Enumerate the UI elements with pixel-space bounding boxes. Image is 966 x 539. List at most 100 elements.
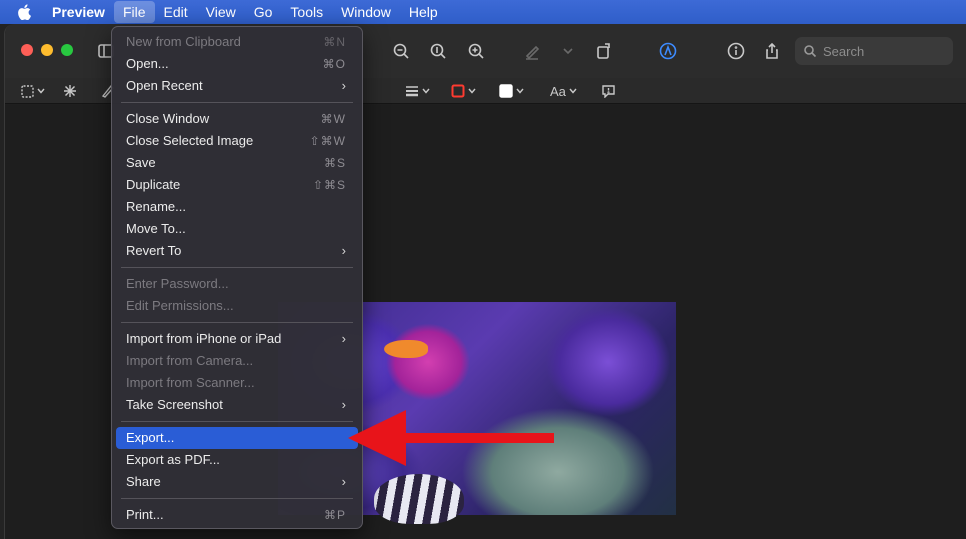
menu-separator [121,267,353,268]
chevron-down-icon [37,88,45,94]
menu-item-label: Rename... [126,199,186,214]
chevron-down-icon [422,88,430,94]
rotate-icon[interactable] [593,40,615,62]
menu-item-label: Share [126,474,161,489]
menu-item-label: Print... [126,507,164,522]
shape-style-button[interactable] [405,82,430,100]
menu-item-label: Import from Scanner... [126,375,255,390]
menu-item-close-selected-image[interactable]: Close Selected Image ⇧⌘W [116,130,358,152]
menu-item-revert-to[interactable]: Revert To › [116,240,358,262]
close-window-button[interactable] [21,44,33,56]
markup-toggle-icon[interactable] [657,40,679,62]
menu-item-label: Move To... [126,221,186,236]
selection-tool-button[interactable] [21,82,45,100]
info-icon[interactable] [725,40,747,62]
menu-item-new-from-clipboard: New from Clipboard ⌘N [116,31,358,53]
menu-item-label: Revert To [126,243,182,258]
menu-separator [121,322,353,323]
instant-alpha-button[interactable] [63,82,77,100]
menu-item-label: Export... [126,430,175,445]
menu-item-duplicate[interactable]: Duplicate ⇧⌘S [116,174,358,196]
fill-color-icon [499,84,513,98]
menu-file[interactable]: File [113,1,155,23]
menu-item-label: Take Screenshot [126,397,223,412]
menu-item-shortcut: ⇧⌘W [309,134,346,148]
border-color-icon [451,84,465,98]
zoom-in-icon[interactable] [465,40,487,62]
menu-item-save[interactable]: Save ⌘S [116,152,358,174]
menu-item-shortcut: ⌘O [322,57,346,71]
menu-item-rename[interactable]: Rename... [116,196,358,218]
share-icon[interactable] [761,40,783,62]
annotate-button[interactable] [601,82,616,100]
menu-view[interactable]: View [197,1,245,23]
chevron-down-icon [468,88,476,94]
striped-fish [374,474,464,524]
menu-item-label: Import from Camera... [126,353,254,368]
fill-color-button[interactable] [499,82,524,100]
menu-item-shortcut: ⌘S [323,156,346,170]
menu-item-shortcut: ⌘P [323,508,346,522]
menu-item-close-window[interactable]: Close Window ⌘W [116,108,358,130]
chevron-down-icon [516,88,524,94]
zoom-out-icon[interactable] [390,40,412,62]
menu-item-import-from-camera: Import from Camera... [116,350,358,372]
menu-bar: Preview File Edit View Go Tools Window H… [0,0,966,24]
border-color-button[interactable] [451,82,476,100]
highlight-dropdown-chevron-icon[interactable] [557,40,579,62]
menu-item-edit-permissions: Edit Permissions... [116,295,358,317]
orange-fish [384,340,428,358]
menu-item-label: Edit Permissions... [126,298,234,313]
menu-item-print[interactable]: Print... ⌘P [116,504,358,526]
menu-item-import-from-scanner: Import from Scanner... [116,372,358,394]
file-menu: New from Clipboard ⌘N Open... ⌘O Open Rece… [111,26,363,529]
menu-item-open-recent[interactable]: Open Recent › [116,75,358,97]
text-style-label: Aa [550,83,566,99]
menu-separator [121,498,353,499]
menu-item-import-from-iphone[interactable]: Import from iPhone or iPad › [116,328,358,350]
search-placeholder: Search [823,43,865,59]
search-icon [804,45,817,58]
menu-item-label: Save [126,155,156,170]
menu-item-share[interactable]: Share › [116,471,358,493]
menu-item-open[interactable]: Open... ⌘O [116,53,358,75]
menu-window[interactable]: Window [332,1,400,23]
menu-item-export-as-pdf[interactable]: Export as PDF... [116,449,358,471]
chevron-right-icon: › [341,397,346,412]
menu-preview[interactable]: Preview [48,1,114,23]
chevron-right-icon: › [341,243,346,258]
search-field[interactable]: Search [795,37,953,65]
menu-edit[interactable]: Edit [155,1,197,23]
menu-item-take-screenshot[interactable]: Take Screenshot › [116,394,358,416]
minimize-window-button[interactable] [41,44,53,56]
highlight-pen-icon[interactable] [521,40,543,62]
menu-item-label: New from Clipboard [126,34,241,49]
zoom-window-button[interactable] [61,44,73,56]
menu-item-move-to[interactable]: Move To... [116,218,358,240]
menu-item-label: Enter Password... [126,276,229,291]
menu-item-enter-password: Enter Password... [116,273,358,295]
chevron-right-icon: › [341,474,346,489]
menu-item-label: Open... [126,56,169,71]
menu-item-label: Open Recent [126,78,203,93]
menu-item-shortcut: ⇧⌘S [312,178,346,192]
red-arrow-annotation [348,410,554,466]
apple-menu[interactable] [0,0,48,24]
instant-alpha-icon [64,85,76,97]
menu-tools[interactable]: Tools [281,1,332,23]
text-style-button[interactable]: Aa [550,82,577,100]
menu-go[interactable]: Go [245,1,282,23]
apple-icon [18,4,31,20]
actual-size-icon[interactable] [427,40,449,62]
menu-item-shortcut: ⌘N [323,35,346,49]
menu-help[interactable]: Help [400,1,447,23]
menu-item-shortcut: ⌘W [320,112,346,126]
menu-item-label: Close Selected Image [126,133,254,148]
chevron-right-icon: › [341,78,346,93]
menu-separator [121,421,353,422]
menu-item-label: Duplicate [126,177,181,192]
menu-item-label: Export as PDF... [126,452,220,467]
menu-item-export[interactable]: Export... [116,427,358,449]
rectangular-selection-icon [21,84,34,98]
window-controls [21,44,73,56]
